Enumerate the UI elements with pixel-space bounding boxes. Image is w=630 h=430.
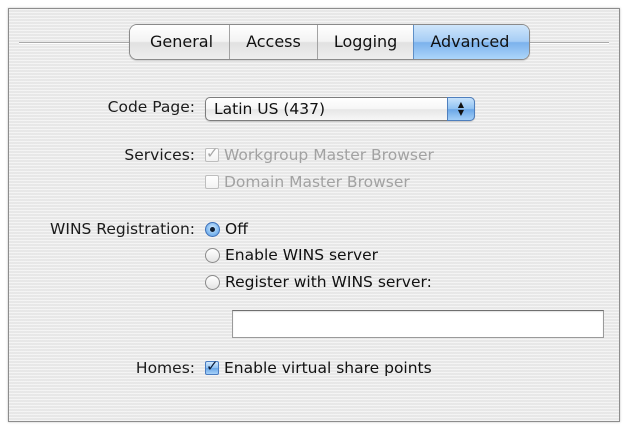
homes-label: Homes: — [135, 359, 195, 377]
tab-bar: General Access Logging Advanced — [129, 24, 531, 60]
checkbox-unchecked-icon — [205, 175, 219, 189]
updown-arrows-icon: ▲ ▼ — [447, 97, 475, 121]
radio-unselected-icon — [205, 274, 220, 290]
code-page-value: Latin US (437) — [214, 100, 326, 118]
virtual-share-points-label: Enable virtual share points — [224, 359, 432, 377]
radio-selected-icon — [205, 221, 220, 237]
wins-option-off-label: Off — [225, 220, 248, 238]
wins-option-register-server-label: Register with WINS server: — [225, 273, 432, 291]
domain-master-browser-label: Domain Master Browser — [224, 173, 410, 191]
virtual-share-points-checkbox[interactable]: ✓ Enable virtual share points — [205, 359, 432, 377]
code-page-popup[interactable]: Latin US (437) ▲ ▼ — [205, 97, 475, 121]
checkbox-checked-icon: ✓ — [205, 357, 219, 375]
wins-option-enable-server[interactable]: Enable WINS server — [205, 246, 378, 264]
tab-advanced[interactable]: Advanced — [413, 25, 530, 59]
wins-option-off[interactable]: Off — [205, 220, 248, 238]
tab-access[interactable]: Access — [229, 25, 317, 59]
domain-master-browser-checkbox[interactable]: Domain Master Browser — [205, 173, 410, 191]
advanced-settings-window: General Access Logging Advanced Code Pag… — [8, 8, 620, 422]
checkbox-checked-icon: ✓ — [205, 144, 219, 162]
wins-option-enable-server-label: Enable WINS server — [225, 246, 379, 264]
services-label: Services: — [124, 146, 195, 164]
workgroup-master-browser-checkbox[interactable]: ✓ Workgroup Master Browser — [205, 146, 434, 164]
wins-registration-label: WINS Registration: — [50, 220, 195, 238]
wins-server-input[interactable] — [232, 310, 604, 338]
radio-unselected-icon — [205, 247, 220, 263]
code-page-label: Code Page: — [107, 98, 195, 116]
tab-logging[interactable]: Logging — [316, 25, 414, 59]
tab-general[interactable]: General — [130, 25, 230, 59]
wins-option-register-server[interactable]: Register with WINS server: — [205, 273, 432, 291]
workgroup-master-browser-label: Workgroup Master Browser — [224, 146, 434, 164]
